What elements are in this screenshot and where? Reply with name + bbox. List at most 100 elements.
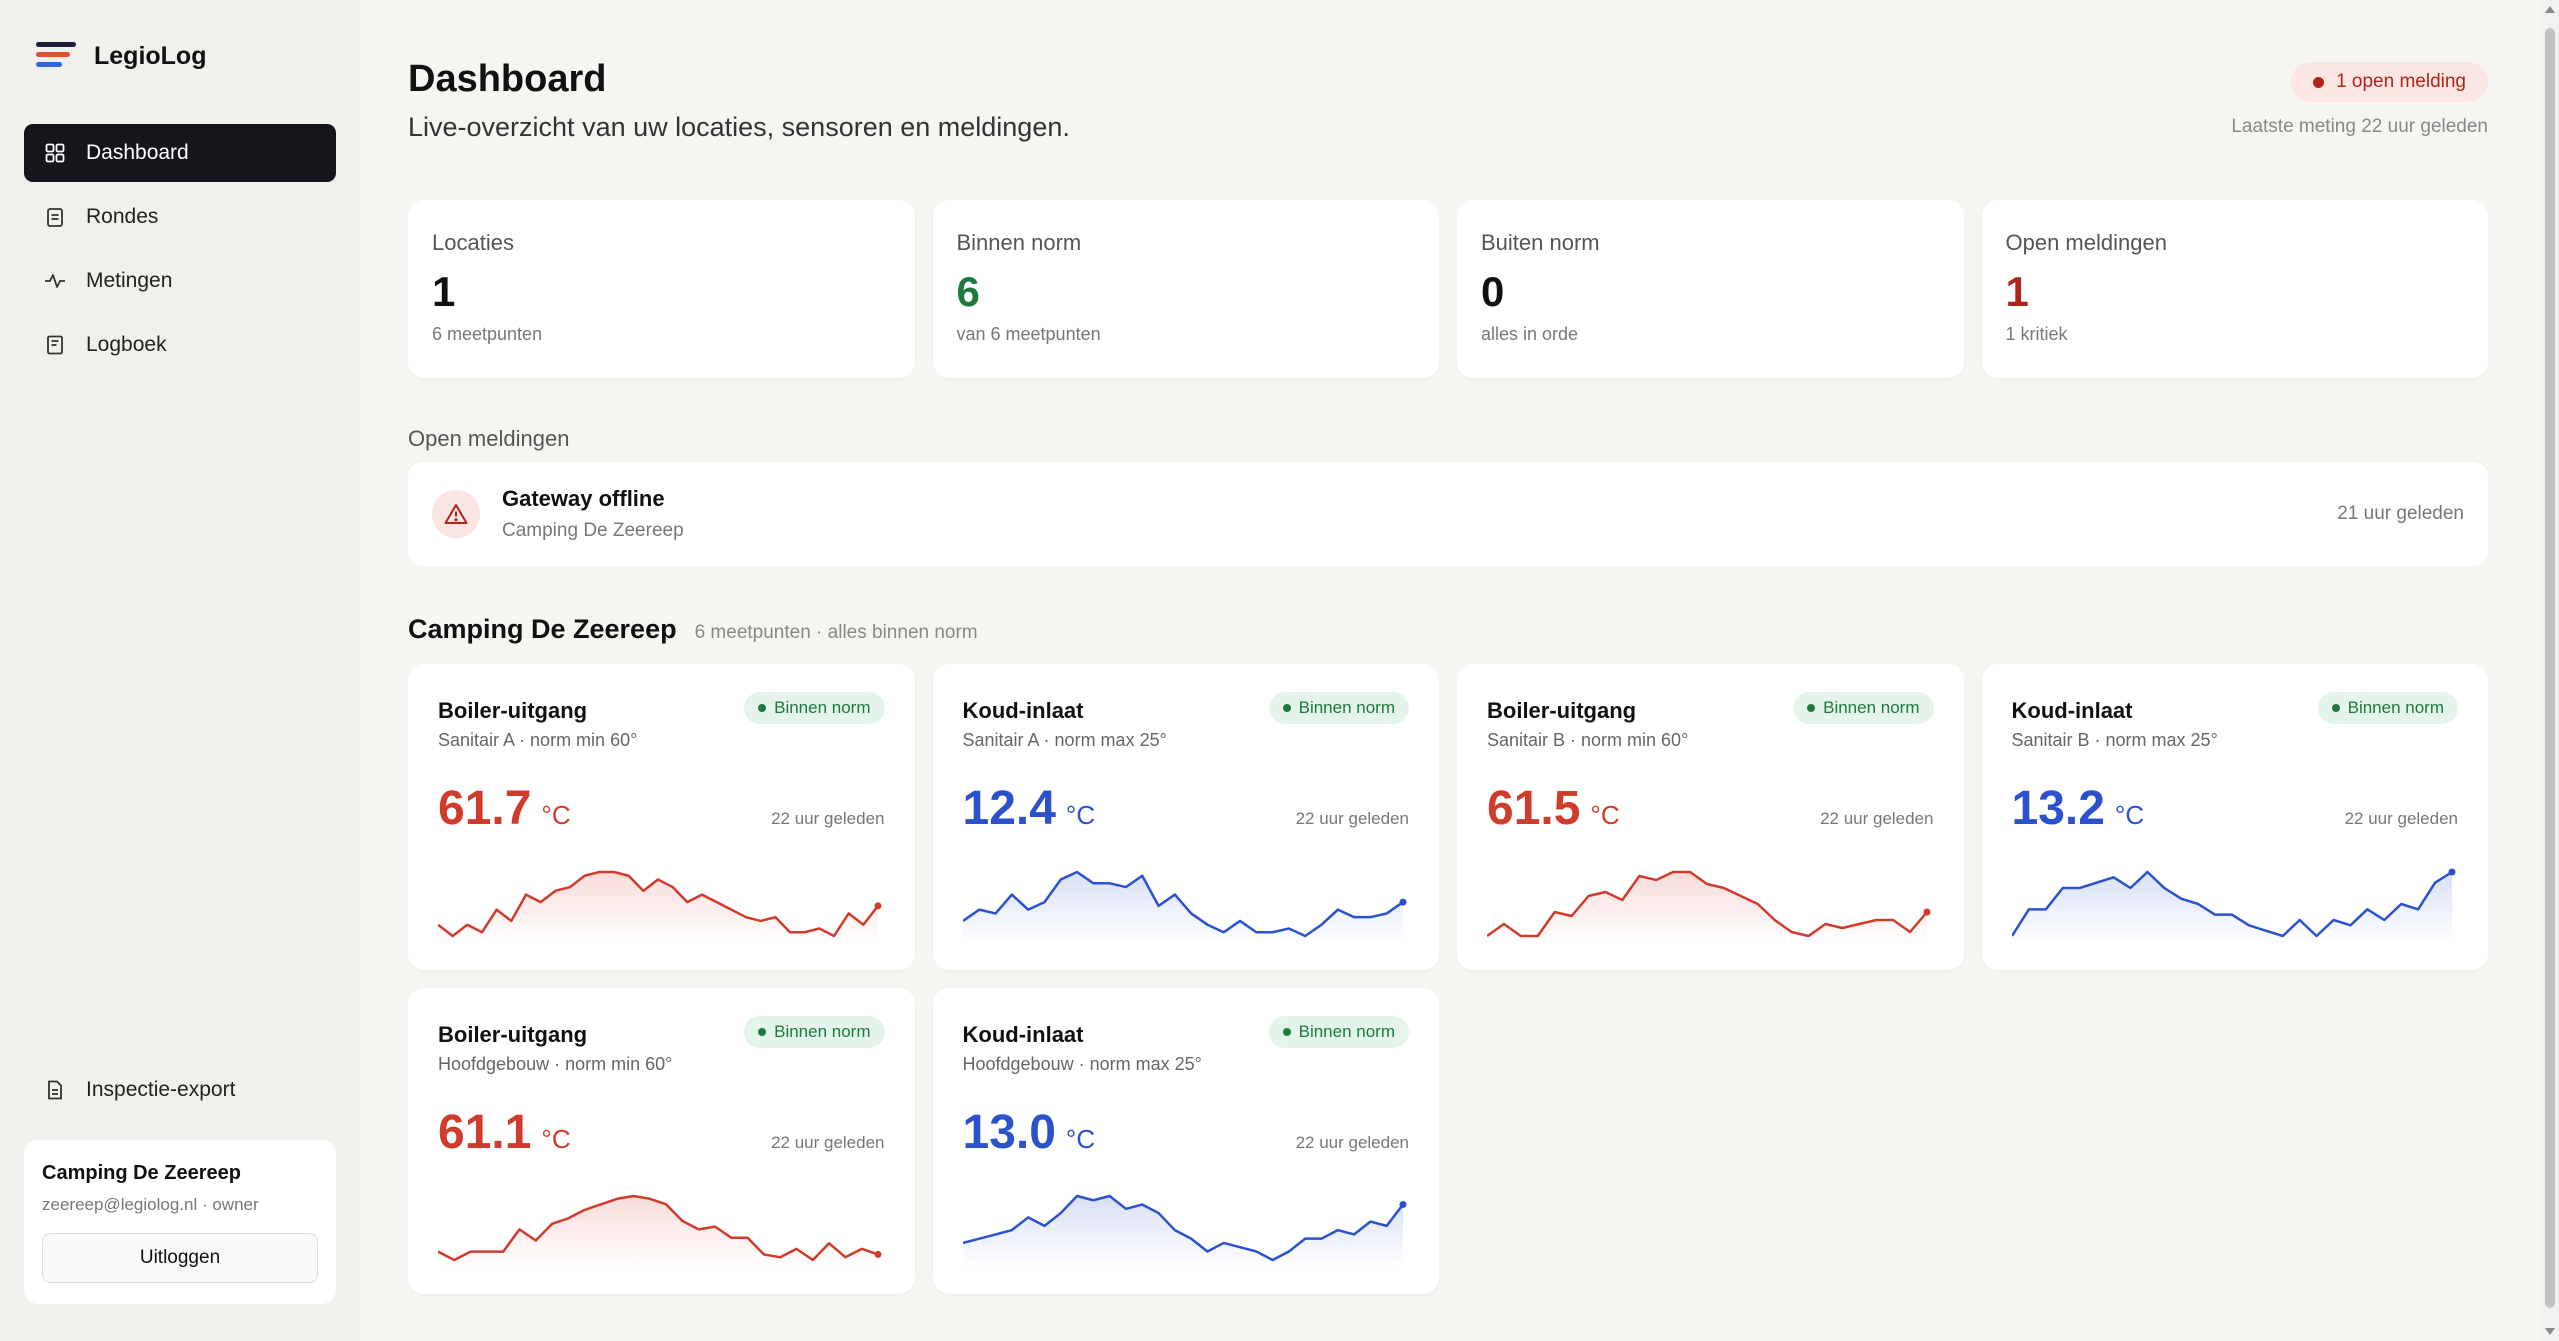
open-alert-pill[interactable]: 1 open melding [2291, 62, 2488, 102]
sidebar-item-logboek[interactable]: Logboek [24, 316, 336, 374]
status-dot-icon [1282, 704, 1291, 712]
stat-sub: 6 meetpunten [432, 324, 543, 344]
sidebar-item-label: Metingen [86, 269, 173, 292]
stat-label: Binnen norm [956, 230, 1082, 255]
sensor-grid: Boiler-uitgang Binnen norm Sanitair A · … [408, 664, 2488, 1294]
card-subtitle: Hoofdgebouw · norm min 60° [438, 1054, 673, 1074]
reading-time: 22 uur geleden [771, 809, 885, 828]
app-logo[interactable]: LegioLog [36, 40, 206, 72]
logo-icon [36, 40, 76, 72]
reading: 13.0 °C [963, 1105, 1096, 1160]
reading-value: 61.5 [1487, 782, 1581, 835]
notification-title: Gateway offline [502, 486, 665, 511]
sparkline-last-point [1923, 908, 1931, 916]
reading-time: 22 uur geleden [771, 1133, 885, 1152]
reading-time: 22 uur geleden [1295, 1133, 1409, 1152]
reading-unit: °C [541, 800, 571, 830]
reading: 12.4 °C [963, 781, 1096, 836]
location-title: Camping De Zeereep [408, 614, 677, 644]
reading-unit: °C [1065, 1124, 1096, 1154]
scrollbar-thumb[interactable] [2545, 28, 2555, 1308]
stat-sub: van 6 meetpunten [956, 324, 1101, 344]
reading-time: 22 uur geleden [2344, 809, 2458, 828]
location-subtitle: 6 meetpunten · alles binnen norm [694, 622, 978, 643]
page-scrollbar[interactable] [2541, 0, 2559, 1341]
status-badge-label: Binnen norm [2347, 698, 2444, 717]
sensor-card[interactable]: Boiler-uitgang Binnen norm Hoofdgebouw ·… [408, 988, 915, 1294]
card-header: Boiler-uitgang Binnen norm [438, 1016, 885, 1048]
card-header: Koud-inlaat Binnen norm [2012, 692, 2458, 724]
warning-icon [432, 490, 480, 538]
last-measurement: Laatste meting 22 uur geleden [2231, 116, 2488, 137]
sparkline-area [438, 1196, 878, 1268]
sparkline-chart [438, 1194, 882, 1268]
stat-value: 0 [1481, 268, 1505, 315]
stat-card-open-meldingen: Open meldingen 1 1 kritiek [1981, 200, 2488, 378]
card-reading: 12.4 °C 22 uur geleden [963, 781, 1410, 836]
card-reading: 61.5 °C 22 uur geleden [1487, 781, 1934, 836]
reading: 61.5 °C [1487, 781, 1620, 836]
sparkline-last-point [874, 1250, 882, 1258]
card-title: Koud-inlaat [962, 1022, 1084, 1047]
inspectie-export-link[interactable]: Inspectie-export [44, 1078, 235, 1102]
app-name: LegioLog [94, 41, 207, 70]
card-subtitle: Sanitair B · norm min 60° [1487, 730, 1689, 750]
sidebar-nav: Dashboard Rondes Metingen Logboek [24, 124, 336, 380]
card-title: Boiler-uitgang [1487, 698, 1637, 723]
reading-value: 61.1 [438, 1106, 532, 1159]
notification-item[interactable]: Gateway offline Camping De Zeereep 21 uu… [408, 462, 2488, 566]
reading: 61.7 °C [438, 781, 571, 836]
location-header: Camping De Zeereep 6 meetpunten · alles … [408, 614, 978, 645]
card-subtitle: Sanitair A · norm max 25° [962, 730, 1167, 750]
user-name: Camping De Zeereep [42, 1162, 241, 1184]
export-label: Inspectie-export [86, 1078, 236, 1101]
reading-value: 13.2 [2011, 782, 2105, 835]
sparkline-last-point [2448, 868, 2455, 876]
reading: 13.2 °C [2012, 781, 2145, 836]
sensor-card[interactable]: Koud-inlaat Binnen norm Sanitair B · nor… [1981, 664, 2488, 970]
sensor-card[interactable]: Koud-inlaat Binnen norm Sanitair A · nor… [932, 664, 1439, 970]
sparkline-chart [962, 1194, 1406, 1268]
book-icon [44, 334, 66, 356]
stat-card-buiten-norm: Buiten norm 0 alles in orde [1457, 200, 1964, 378]
card-reading: 61.1 °C 22 uur geleden [438, 1105, 885, 1160]
status-dot-icon [758, 704, 767, 712]
reading-unit: °C [541, 1124, 571, 1154]
reading-time: 22 uur geleden [1820, 809, 1934, 828]
card-header: Boiler-uitgang Binnen norm [438, 692, 885, 724]
scroll-up-icon[interactable] [2545, 6, 2555, 13]
sidebar-item-dashboard[interactable]: Dashboard [24, 124, 336, 182]
stat-label: Open meldingen [2005, 230, 2167, 255]
sensor-card[interactable]: Boiler-uitgang Binnen norm Sanitair B · … [1457, 664, 1964, 970]
sidebar: LegioLog Dashboard Rondes Metingen Logbo… [0, 0, 360, 1341]
card-header: Boiler-uitgang Binnen norm [1487, 692, 1934, 724]
status-badge-label: Binnen norm [1298, 1022, 1395, 1041]
sparkline-chart [1487, 870, 1931, 944]
user-meta: zeereep@legiolog.nl · owner [42, 1195, 259, 1214]
stat-value: 6 [956, 268, 980, 315]
stat-sub: alles in orde [1481, 324, 1579, 344]
sensor-card[interactable]: Boiler-uitgang Binnen norm Sanitair A · … [408, 664, 915, 970]
scroll-down-icon[interactable] [2545, 1328, 2555, 1335]
sidebar-item-rondes[interactable]: Rondes [24, 188, 336, 246]
stats-row: Locaties 1 6 meetpunten Binnen norm 6 va… [408, 200, 2488, 378]
logout-button[interactable]: Uitloggen [42, 1233, 318, 1283]
card-reading: 61.7 °C 22 uur geleden [438, 781, 885, 836]
main-content: Dashboard Live-overzicht van uw locaties… [408, 0, 2488, 1341]
sparkline-last-point [1399, 898, 1406, 906]
card-subtitle: Sanitair A · norm min 60° [438, 730, 638, 750]
user-card: Camping De Zeereep zeereep@legiolog.nl ·… [24, 1140, 336, 1304]
sparkline-last-point [1399, 1201, 1406, 1209]
card-title: Boiler-uitgang [438, 1022, 588, 1047]
sidebar-item-label: Logboek [86, 333, 167, 356]
sensor-card[interactable]: Koud-inlaat Binnen norm Hoofdgebouw · no… [932, 988, 1439, 1294]
document-icon [44, 1079, 66, 1101]
status-badge: Binnen norm [2317, 692, 2458, 724]
card-subtitle: Hoofdgebouw · norm max 25° [962, 1054, 1202, 1074]
card-title: Boiler-uitgang [438, 698, 588, 723]
notification-location: Camping De Zeereep [502, 520, 684, 541]
sidebar-item-metingen[interactable]: Metingen [24, 252, 336, 310]
stat-card-binnen-norm: Binnen norm 6 van 6 meetpunten [932, 200, 1439, 378]
card-header: Koud-inlaat Binnen norm [962, 1016, 1409, 1048]
status-dot-icon [1282, 1028, 1291, 1036]
